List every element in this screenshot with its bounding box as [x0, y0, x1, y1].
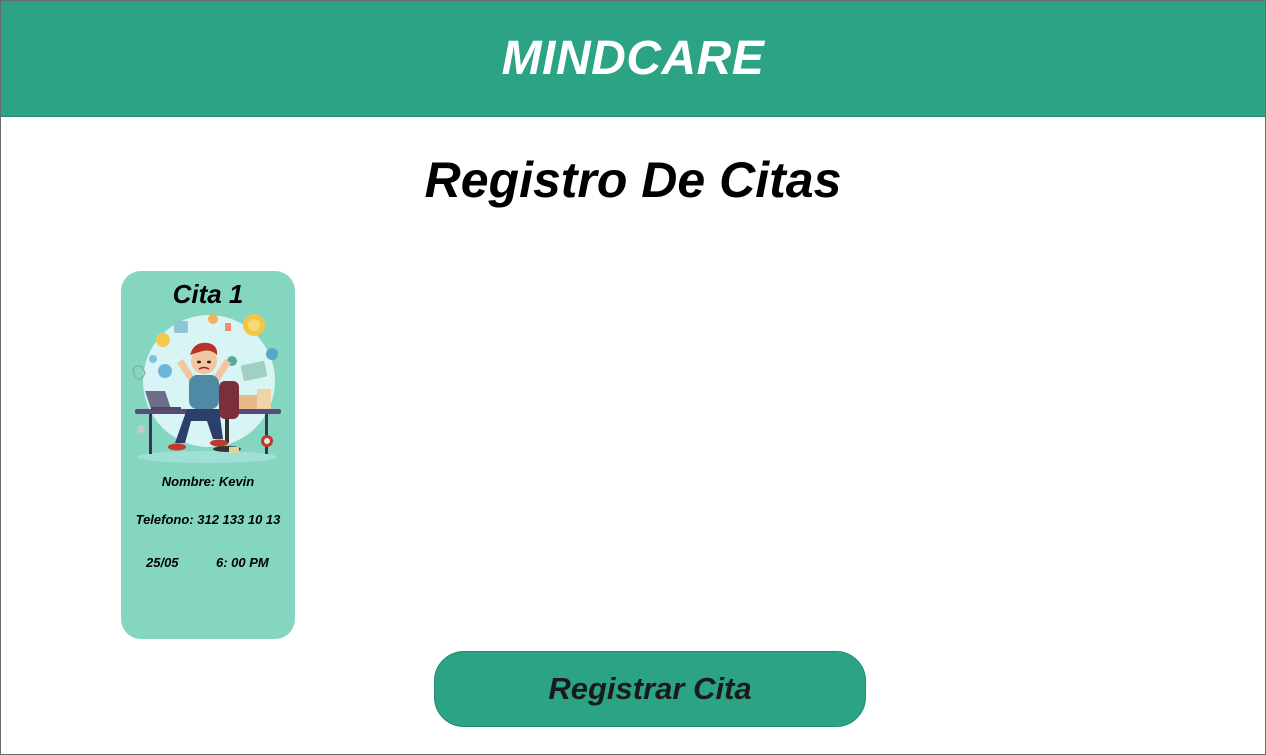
appointment-card-title: Cita 1 [172, 279, 244, 309]
page-title: Registro De Citas [424, 152, 842, 208]
brand-logo-text: MINDCARE [501, 32, 765, 85]
appointment-name: Nombre: Kevin [161, 474, 255, 489]
app-frame: MINDCARE Registro De Citas Cita 1 Nombre… [0, 0, 1266, 755]
appointment-card[interactable]: Cita 1 Nombre: Kevin Telefono: 312 133 1… [121, 271, 295, 639]
appointment-date: 25/05 [146, 555, 179, 570]
register-appointment-button[interactable]: Registrar Cita [434, 651, 866, 727]
appointment-time: 6: 00 PM [216, 555, 269, 570]
top-bar: MINDCARE [1, 1, 1265, 117]
stressed-person-illustration [132, 314, 281, 463]
appointment-phone: Telefono: 312 133 10 13 [135, 512, 281, 527]
